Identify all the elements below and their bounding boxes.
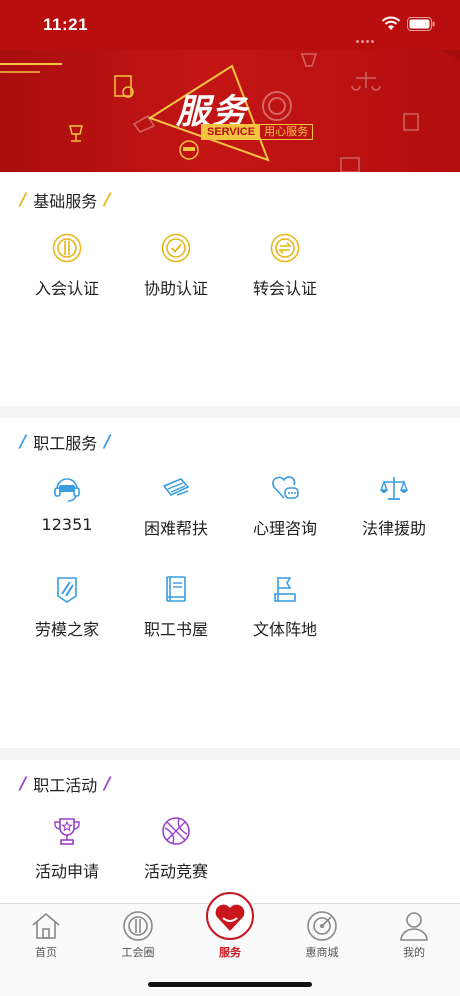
banner-tag-en: SERVICE xyxy=(202,125,261,139)
service-item-label: 活动申请 xyxy=(34,862,99,881)
service-item-activity-contest[interactable]: 活动竞赛 xyxy=(121,816,231,896)
home-indicator xyxy=(148,982,312,987)
service-item-join[interactable]: 入会认证 xyxy=(12,233,122,313)
slash-decoration: / xyxy=(104,190,111,210)
slash-decoration: / xyxy=(20,774,27,794)
heart-icon xyxy=(215,904,245,931)
book-icon xyxy=(166,576,186,602)
section-basic-services: / 基础服务 / 入会认证 协助认证 转会认证 xyxy=(0,172,460,406)
service-item-activity-apply[interactable]: 活动申请 xyxy=(12,816,122,896)
scales-icon xyxy=(379,477,409,500)
section-divider xyxy=(0,748,460,760)
section-title-activity: / 职工活动 / xyxy=(20,772,117,796)
service-item-sports-culture[interactable]: 文体阵地 xyxy=(230,574,340,654)
service-item-legal[interactable]: 法律援助 xyxy=(339,473,449,553)
home-icon xyxy=(32,912,60,939)
service-item-label: 劳模之家 xyxy=(34,620,99,639)
service-item-label: 心理咨询 xyxy=(252,519,317,538)
tab-label: 惠商城 xyxy=(305,946,339,959)
service-item-psychology[interactable]: 心理咨询 xyxy=(230,473,340,553)
flag-icon xyxy=(274,577,296,602)
service-item-label: 12351 xyxy=(41,515,93,534)
wifi-icon xyxy=(381,16,401,30)
slash-decoration: / xyxy=(104,774,111,794)
tab-label: 我的 xyxy=(403,946,425,959)
radar-icon xyxy=(307,911,337,941)
model-worker-icon xyxy=(57,577,77,603)
slash-decoration: / xyxy=(20,432,27,452)
service-item-label: 法律援助 xyxy=(361,519,426,538)
service-item-transfer[interactable]: 转会认证 xyxy=(230,233,340,313)
section-title-worker: / 职工服务 / xyxy=(20,430,117,454)
user-icon xyxy=(400,912,428,941)
service-item-label: 协助认证 xyxy=(143,279,208,298)
section-title-text: 职工服务 xyxy=(33,434,98,453)
service-item-hardship[interactable]: 困难帮扶 xyxy=(121,473,231,553)
service-item-bookroom[interactable]: 职工书屋 xyxy=(121,574,231,654)
check-badge-icon xyxy=(161,233,191,263)
tab-service[interactable]: 服务 xyxy=(184,892,276,964)
tab-label: 首页 xyxy=(35,946,57,959)
service-item-label: 活动竞赛 xyxy=(143,862,208,881)
battery-icon xyxy=(407,17,435,31)
service-item-label: 转会认证 xyxy=(252,279,317,298)
tab-mine[interactable]: 我的 xyxy=(368,904,460,964)
service-item-model-worker[interactable]: 劳模之家 xyxy=(12,574,122,654)
service-item-label: 文体阵地 xyxy=(252,620,317,639)
service-item-label: 职工书屋 xyxy=(143,620,208,639)
union-badge-icon xyxy=(52,233,82,263)
banner-tag: SERVICE 用心服务 xyxy=(201,124,314,140)
section-worker-activities: / 职工活动 / 活动申请 活动竞赛 xyxy=(0,760,460,903)
service-item-label: 困难帮扶 xyxy=(143,519,208,538)
section-title-text: 基础服务 xyxy=(33,192,98,211)
section-divider xyxy=(0,406,460,418)
banner-tag-cn: 用心服务 xyxy=(264,125,309,138)
tab-union-circle[interactable]: 工会圈 xyxy=(92,904,184,964)
transfer-badge-icon xyxy=(270,233,300,263)
status-time: 11:21 xyxy=(43,15,89,34)
section-title-text: 职工活动 xyxy=(33,776,98,795)
union-circle-icon xyxy=(123,911,153,941)
heart-chat-icon xyxy=(272,476,299,499)
service-item-hotline[interactable]: 12351 xyxy=(12,473,122,553)
status-bar: 11:21 xyxy=(0,0,460,50)
slash-decoration: / xyxy=(20,190,27,210)
service-item-label: 入会认证 xyxy=(34,279,99,298)
service-item-assist[interactable]: 协助认证 xyxy=(121,233,231,313)
help-hand-icon xyxy=(162,478,190,496)
service-banner: 服务 SERVICE 用心服务 xyxy=(0,50,460,172)
slash-decoration: / xyxy=(104,432,111,452)
hotline-headset-icon xyxy=(54,478,80,502)
basketball-icon xyxy=(162,817,190,845)
tab-label: 工会圈 xyxy=(121,946,155,959)
section-worker-services: / 职工服务 / 12351 困难帮扶 心理咨询 法律援助 劳模之家 职工书屋 … xyxy=(0,418,460,748)
tab-mall[interactable]: 惠商城 xyxy=(276,904,368,964)
signal-dots-icon xyxy=(356,28,376,43)
section-title-basic: / 基础服务 / xyxy=(20,188,117,212)
tab-home[interactable]: 首页 xyxy=(0,904,92,964)
trophy-icon xyxy=(54,818,80,845)
tab-label: 服务 xyxy=(219,946,241,959)
